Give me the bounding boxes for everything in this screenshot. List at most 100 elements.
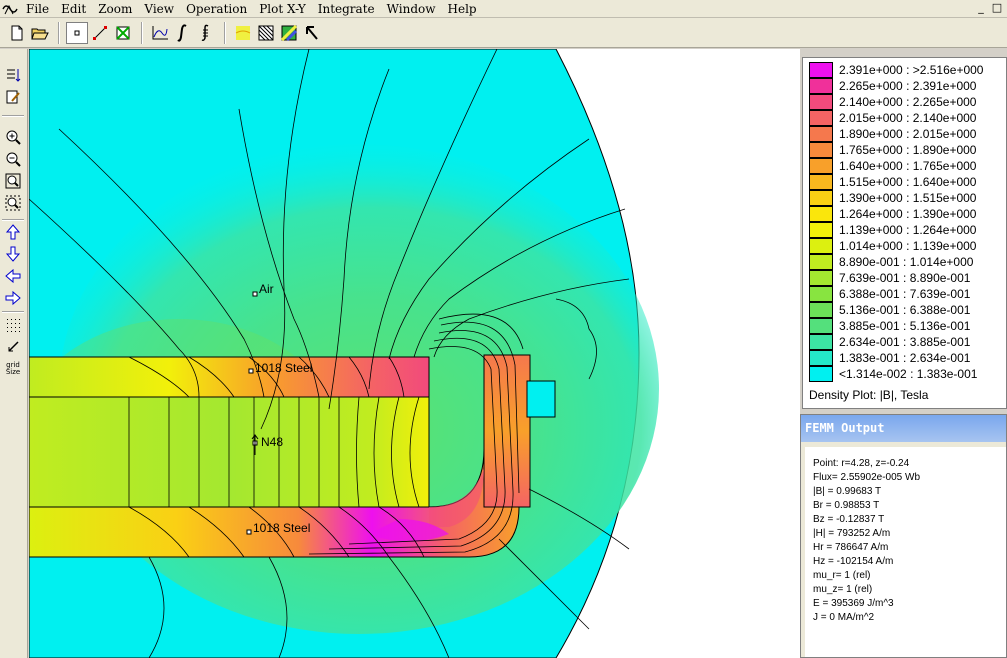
point-icon — [74, 30, 80, 35]
menu-edit[interactable]: Edit — [55, 0, 92, 18]
pan-left-button[interactable] — [3, 266, 23, 286]
magnet-label: N48 — [261, 435, 284, 449]
legend-swatch — [809, 318, 833, 334]
femm-app-icon[interactable] — [0, 0, 20, 18]
integral-icon — [177, 23, 187, 42]
snap-grid-button[interactable] — [3, 337, 23, 357]
edit-props-button[interactable] — [3, 87, 23, 107]
menu-plot-xy[interactable]: Plot X-Y — [253, 0, 312, 18]
zoom-in-button[interactable] — [3, 127, 23, 147]
density-legend: 2.391e+000 : >2.516e+000 2.265e+000 : 2.3… — [802, 57, 1007, 409]
menu-operation[interactable]: Operation — [180, 0, 253, 18]
legend-range-text: 2.015e+000 : 2.140e+000 — [839, 111, 977, 125]
pan-up-button[interactable] — [3, 222, 23, 242]
legend-row: 7.639e-001 : 8.890e-001 — [809, 270, 970, 286]
new-file-button[interactable] — [6, 22, 28, 44]
output-line: E = 395369 J/m^3 — [813, 598, 894, 609]
legend-swatch — [809, 270, 833, 286]
legend-row: 1.383e-001 : 2.634e-001 — [809, 350, 970, 366]
legend-row: 2.140e+000 : 2.265e+000 — [809, 94, 976, 110]
output-line: Point: r=4.28, z=-0.24 — [813, 458, 910, 469]
zoom-window-button[interactable] — [3, 193, 23, 213]
show-list-button[interactable] — [3, 65, 23, 85]
legend-range-text: 1.640e+000 : 1.765e+000 — [839, 159, 977, 173]
density-plot-view[interactable]: Air 1018 Steel N48 1018 Steel — [29, 49, 800, 658]
legend-swatch — [809, 350, 833, 366]
menu-view[interactable]: View — [138, 0, 180, 18]
legend-row: 1.264e+000 : 1.390e+000 — [809, 206, 976, 222]
legend-swatch — [809, 190, 833, 206]
menu-bar: File Edit Zoom View Operation Plot X-Y I… — [0, 0, 1007, 18]
legend-row: 1.765e+000 : 1.890e+000 — [809, 142, 976, 158]
output-body: Point: r=4.28, z=-0.24 Flux= 2.55902e-005… — [805, 447, 1006, 657]
grid-icon — [7, 319, 20, 332]
area-mode-button[interactable] — [112, 22, 134, 44]
view-toolbar: grid Size — [0, 49, 28, 658]
output-line: J = 0 MA/m^2 — [813, 612, 875, 623]
legend-row: 8.890e-001 : 1.014e+000 — [809, 254, 973, 270]
field-plot-canvas[interactable] — [29, 49, 800, 658]
legend-row: <1.314e-002 : 1.383e-001 — [809, 366, 977, 382]
zoom-out-icon — [6, 152, 21, 167]
sidebar-separator — [2, 311, 24, 313]
restore-button[interactable]: □ — [989, 0, 1005, 16]
legend-range-text: 1.515e+000 : 1.640e+000 — [839, 175, 977, 189]
legend-row: 1.139e+000 : 1.264e+000 — [809, 222, 976, 238]
mesh-button[interactable] — [255, 22, 277, 44]
legend-swatch — [809, 286, 833, 302]
zoom-in-icon — [6, 130, 21, 145]
toolbar-separator — [58, 21, 60, 44]
edit-document-icon — [6, 90, 20, 104]
window-controls: _ □ — [973, 0, 1005, 16]
legend-range-text: 1.383e-001 : 2.634e-001 — [839, 351, 971, 365]
plot-graph-icon — [152, 25, 168, 39]
legend-row: 1.390e+000 : 1.515e+000 — [809, 190, 976, 206]
vector-field-icon — [281, 24, 297, 41]
legend-swatch — [809, 206, 833, 222]
menu-zoom[interactable]: Zoom — [92, 0, 138, 18]
pan-down-button[interactable] — [3, 244, 23, 264]
show-grid-button[interactable] — [3, 315, 23, 335]
pan-right-button[interactable] — [3, 288, 23, 308]
legend-range-text: 3.885e-001 : 5.136e-001 — [839, 319, 971, 333]
sidebar-separator — [2, 115, 24, 117]
menu-help[interactable]: Help — [442, 0, 483, 18]
arrow-down-icon — [5, 246, 21, 262]
output-title-bar[interactable]: FEMM Output — [801, 415, 1006, 442]
legend-swatch — [809, 366, 833, 382]
pointer-button[interactable] — [301, 22, 323, 44]
legend-row: 5.136e-001 : 6.388e-001 — [809, 302, 970, 318]
legend-swatch — [809, 94, 833, 110]
density-plot-button[interactable] — [232, 22, 254, 44]
area-select-icon — [116, 25, 130, 40]
output-window[interactable]: FEMM Output Point: r=4.28, z=-0.24 Flux= … — [800, 414, 1007, 658]
zoom-window-icon — [5, 195, 21, 211]
zoom-out-button[interactable] — [3, 149, 23, 169]
line-integral-button[interactable] — [172, 22, 194, 44]
zoom-fit-icon — [5, 173, 21, 189]
block-integral-button[interactable] — [195, 22, 217, 44]
legend-row: 1.014e+000 : 1.139e+000 — [809, 238, 976, 254]
legend-range-text: 1.139e+000 : 1.264e+000 — [839, 223, 977, 237]
contour-mode-button[interactable] — [89, 22, 111, 44]
open-file-button[interactable] — [29, 22, 51, 44]
arrow-left-icon — [5, 268, 21, 284]
zoom-natural-button[interactable] — [3, 171, 23, 191]
toolbar-separator — [224, 21, 226, 44]
legend-row: 2.265e+000 : 2.391e+000 — [809, 78, 976, 94]
legend-row: 1.890e+000 : 2.015e+000 — [809, 126, 976, 142]
plot-xy-button[interactable] — [149, 22, 171, 44]
arrow-up-icon — [5, 224, 21, 240]
arrow-cursor-icon — [306, 25, 318, 40]
vector-plot-button[interactable] — [278, 22, 300, 44]
menu-window[interactable]: Window — [381, 0, 442, 18]
menu-file[interactable]: File — [20, 0, 55, 18]
grid-size-button[interactable]: grid Size — [3, 357, 23, 381]
legend-range-text: 2.140e+000 : 2.265e+000 — [839, 95, 977, 109]
menu-integrate[interactable]: Integrate — [312, 0, 381, 18]
output-line: Hr = 786647 A/m — [813, 542, 889, 553]
sidebar-separator — [2, 219, 24, 221]
minimize-button[interactable]: _ — [973, 0, 989, 16]
point-mode-button[interactable] — [66, 21, 88, 44]
legend-swatch — [809, 110, 833, 126]
